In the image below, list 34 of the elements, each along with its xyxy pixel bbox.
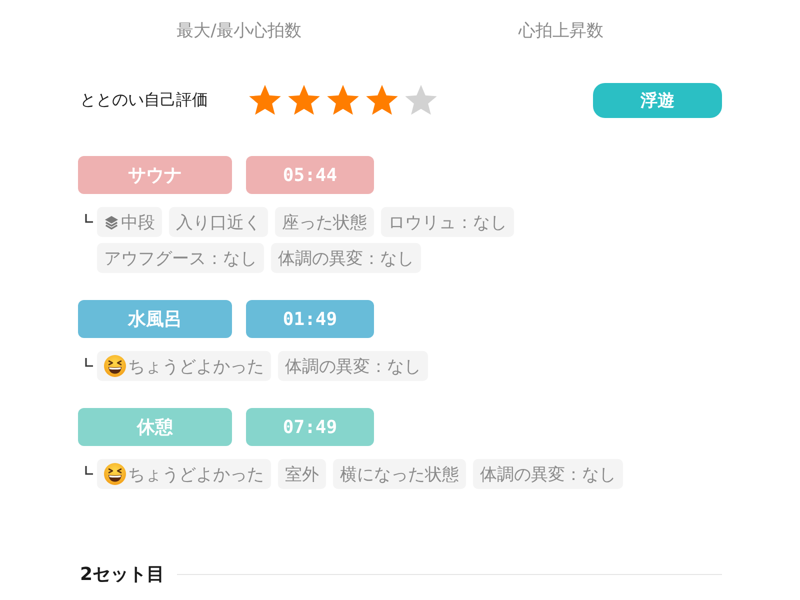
- star-icon: [287, 84, 321, 116]
- stat-label: 最大/最小心拍数: [176, 20, 302, 42]
- mood-badge: 浮遊: [593, 82, 722, 118]
- stat-label: 心拍上昇数: [518, 20, 604, 42]
- step-duration-label: 07:49: [246, 408, 374, 446]
- attribute-tag: 体調の異変：なし: [271, 243, 421, 273]
- step-name-label: サウナ: [78, 156, 232, 194]
- branch-line-icon: [85, 466, 93, 475]
- attribute-tag: 体調の異変：なし: [473, 459, 623, 489]
- branch-line-icon: [85, 214, 93, 223]
- layers-icon: [104, 214, 119, 230]
- grinning-face-icon: [104, 463, 126, 485]
- branch-line-icon: [85, 358, 93, 367]
- attribute-text: ちょうどよかった: [128, 356, 264, 378]
- step-name-label: 水風呂: [78, 300, 232, 338]
- star-icon: [326, 84, 360, 116]
- attribute-tag: ロウリュ：なし: [381, 207, 514, 237]
- step-name-label: 休憩: [78, 408, 232, 446]
- star-icon: [248, 84, 282, 116]
- attribute-tag: 座った状態: [275, 207, 374, 237]
- step-duration-label: 01:49: [246, 300, 374, 338]
- section-title: 2セット目: [79, 563, 165, 586]
- step-duration-label: 05:44: [246, 156, 374, 194]
- attribute-tag: 体調の異変：なし: [278, 351, 428, 381]
- attribute-tag: 横になった状態: [333, 459, 466, 489]
- attribute-tag: 室外: [278, 459, 326, 489]
- attribute-tag: アウフグース：なし: [97, 243, 264, 273]
- attribute-text: ちょうどよかった: [128, 464, 264, 486]
- grinning-face-icon: [104, 355, 126, 377]
- rating-label: ととのい自己評価: [80, 90, 209, 110]
- attribute-tag: 入り口近く: [169, 207, 268, 237]
- star-icon: [365, 84, 399, 116]
- star-icon: [404, 84, 438, 116]
- attribute-text: 中段: [121, 212, 155, 234]
